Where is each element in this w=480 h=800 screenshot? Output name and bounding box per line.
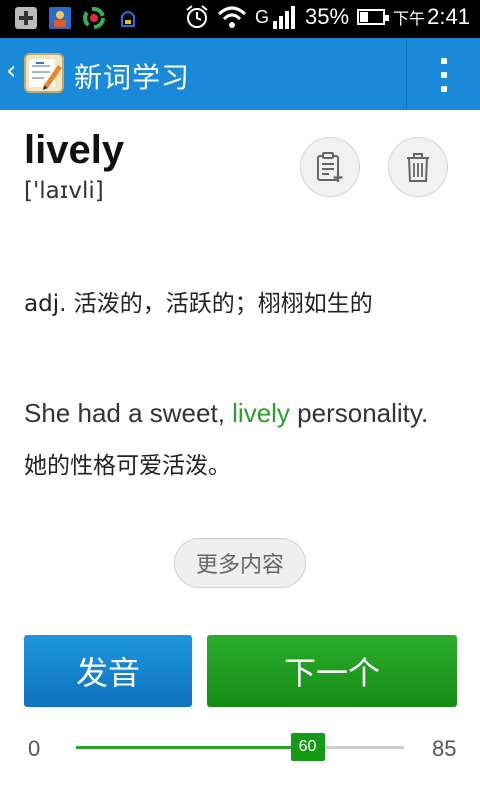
back-arrow-icon[interactable]: ‹: [6, 56, 16, 86]
usb-notification-icon: [121, 11, 135, 27]
action-bar: ‹ 新词学习: [0, 38, 480, 110]
notebook-pencil-icon[interactable]: [22, 51, 66, 95]
notification-icons: [14, 6, 140, 30]
signal-icon: [272, 6, 295, 29]
add-note-button[interactable]: [300, 137, 360, 197]
example-translation: 她的性格可爱活泼。: [24, 453, 231, 479]
progress-min: 0: [28, 736, 41, 761]
add-note-icon: [317, 152, 343, 182]
more-content-button[interactable]: 更多内容: [174, 538, 306, 588]
network-type: G: [254, 6, 269, 27]
wifi-icon: [217, 6, 246, 28]
system-status: G 35% 下午 2:41: [185, 4, 470, 30]
word-title: lively: [24, 128, 125, 172]
progress-fill: [76, 746, 308, 749]
battery-icon: [357, 9, 390, 25]
sync-notification-icon: [83, 7, 105, 29]
action-bar-divider: [406, 38, 407, 110]
status-bar: G 35% 下午 2:41: [0, 0, 480, 38]
overflow-menu-icon[interactable]: [430, 58, 458, 92]
progress-track[interactable]: [76, 746, 404, 749]
alarm-icon: [186, 5, 208, 28]
page-title: 新词学习: [74, 61, 191, 94]
clock: 下午 2:41: [393, 4, 470, 29]
highlighted-word: lively: [232, 398, 290, 428]
phonetic: ['laɪvli]: [24, 178, 104, 204]
contacts-notification-icon: [49, 7, 71, 29]
pronounce-button[interactable]: 发音: [24, 635, 192, 707]
definition: adj. 活泼的，活跃的；栩栩如生的: [24, 291, 373, 317]
progress-max: 85: [432, 736, 457, 761]
next-word-button[interactable]: 下一个: [207, 635, 457, 707]
trash-icon: [407, 153, 429, 182]
progress-thumb[interactable]: 60: [290, 733, 325, 761]
delete-word-button[interactable]: [388, 137, 448, 197]
example-sentence: She had a sweet, lively personality.: [24, 398, 429, 428]
battery-percent: 35%: [304, 4, 350, 29]
add-notification-icon: [15, 7, 37, 29]
